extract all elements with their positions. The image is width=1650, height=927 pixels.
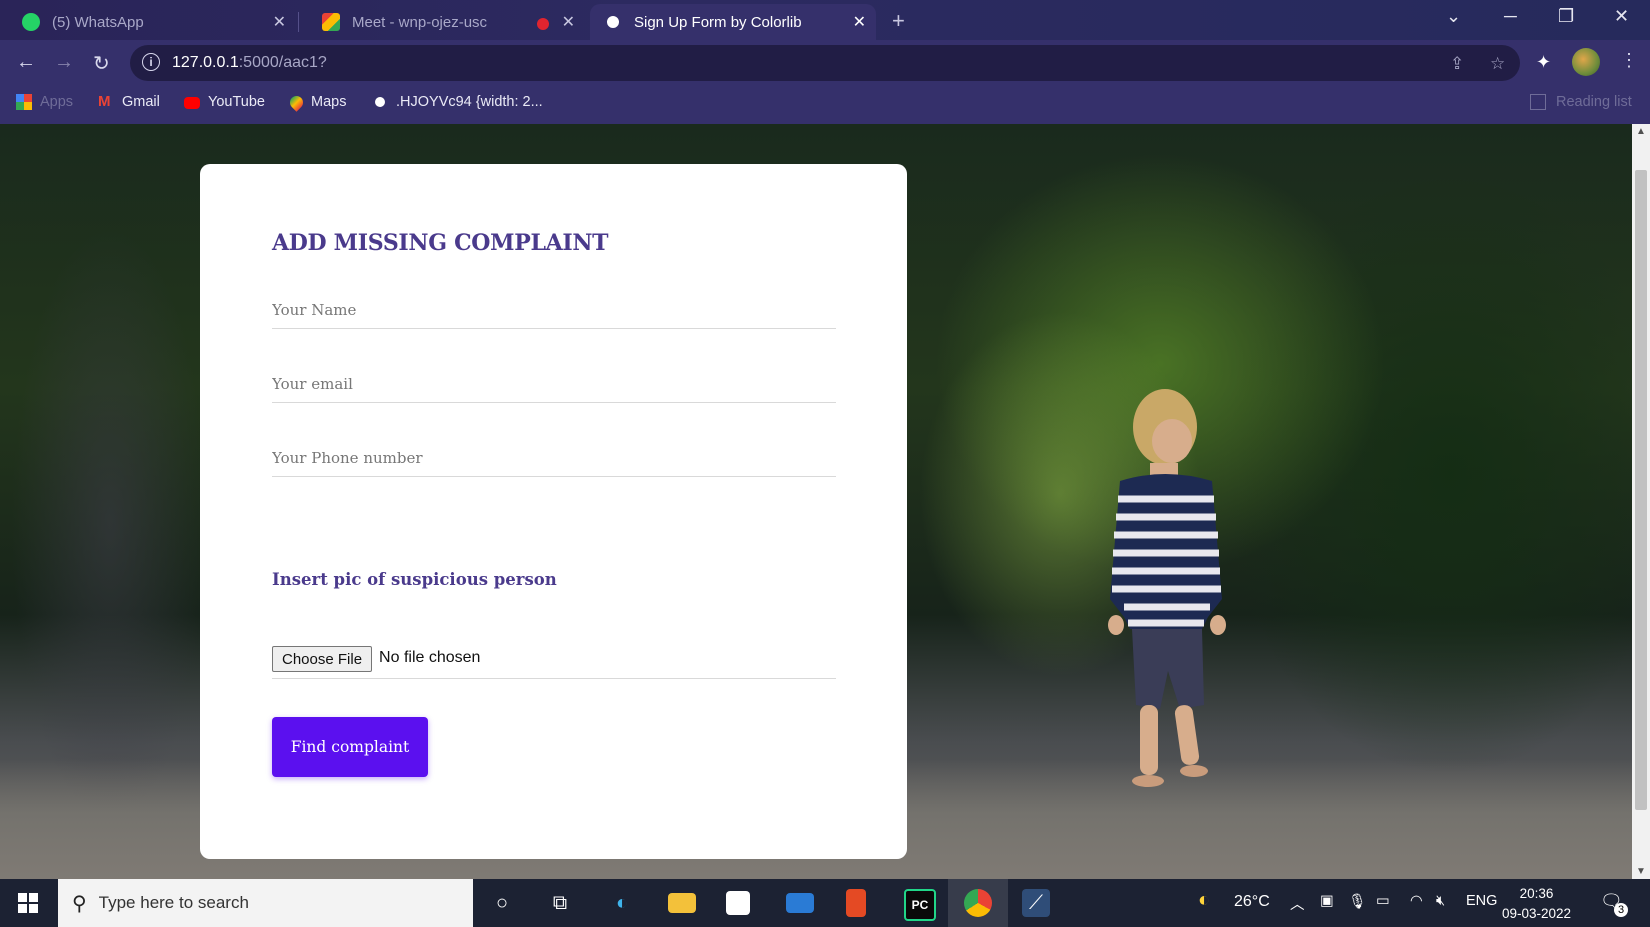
clock-date: 09-03-2022 xyxy=(1502,906,1572,921)
edge-icon[interactable]: ◐ xyxy=(608,889,636,917)
bookmark-maps[interactable]: Maps xyxy=(287,92,347,112)
chrome-icon[interactable] xyxy=(964,889,992,917)
weather-icon[interactable]: ◐ xyxy=(1198,889,1210,912)
scroll-down-icon[interactable]: ▼ xyxy=(1636,866,1646,877)
tab-strip: (5) WhatsApp ✕ Meet - wnp-ojez-usc ✕ Sig… xyxy=(0,0,1650,40)
complaint-form-card: ADD MISSING COMPLAINT Insert pic of susp… xyxy=(200,164,907,859)
temperature[interactable]: 26°C xyxy=(1234,893,1270,911)
language-indicator[interactable]: ENG xyxy=(1466,893,1497,909)
youtube-icon xyxy=(184,96,200,109)
phone-field-wrapper xyxy=(272,440,836,477)
bookmark-label: YouTube xyxy=(208,94,265,110)
wifi-icon[interactable]: ◠ xyxy=(1410,893,1423,909)
email-field-wrapper xyxy=(272,366,836,403)
tab-separator xyxy=(298,12,299,32)
scrollbar-thumb[interactable] xyxy=(1635,170,1647,810)
close-window-icon[interactable]: ✕ xyxy=(1614,6,1629,27)
bookmark-label: .HJOYVc94 {width: 2... xyxy=(396,94,543,110)
file-status-text: No file chosen xyxy=(379,649,481,666)
reading-list-label: Reading list xyxy=(1556,94,1632,110)
apps-grid-icon xyxy=(16,94,32,110)
close-tab-icon[interactable]: ✕ xyxy=(273,12,286,32)
microphone-icon[interactable]: 🎙︎ xyxy=(1348,893,1366,910)
search-placeholder: Type here to search xyxy=(98,893,249,912)
bookmark-label: Gmail xyxy=(122,94,160,110)
form-title: ADD MISSING COMPLAINT xyxy=(272,230,609,256)
reading-list[interactable]: Reading list xyxy=(1530,94,1632,110)
tab-whatsapp[interactable]: (5) WhatsApp ✕ xyxy=(0,4,296,40)
bookmark-star-icon[interactable]: ☆ xyxy=(1490,54,1505,74)
meet-icon xyxy=(322,13,340,31)
share-icon[interactable]: ⇪ xyxy=(1450,54,1464,74)
page-background: ADD MISSING COMPLAINT Insert pic of susp… xyxy=(0,124,1632,879)
email-input[interactable] xyxy=(272,366,836,402)
extensions-icon[interactable]: ✦ xyxy=(1536,52,1551,73)
bookmark-label: Apps xyxy=(40,94,74,110)
battery-icon[interactable]: ▭ xyxy=(1376,893,1390,909)
store-icon[interactable] xyxy=(726,891,750,915)
pycharm-icon[interactable]: PC xyxy=(904,889,936,921)
close-tab-icon[interactable]: ✕ xyxy=(853,12,866,32)
tab-title: (5) WhatsApp xyxy=(52,13,144,31)
tab-meet[interactable]: Meet - wnp-ojez-usc ✕ xyxy=(300,4,585,40)
close-tab-icon[interactable]: ✕ xyxy=(562,12,575,32)
forward-icon[interactable]: → xyxy=(54,51,74,74)
scroll-up-icon[interactable]: ▲ xyxy=(1636,126,1646,137)
back-icon[interactable]: ← xyxy=(16,51,36,74)
windows-taskbar: ⚲ Type here to search ○ ⧉ ◐ PC ⟋ ◐ 26°C … xyxy=(0,879,1650,927)
menu-icon[interactable]: ⋮ xyxy=(1620,50,1638,71)
office-icon[interactable] xyxy=(846,889,866,917)
name-field-wrapper xyxy=(272,292,836,329)
tray-expand-icon[interactable]: ︿ xyxy=(1290,893,1305,914)
file-upload-row: Choose File No file chosen xyxy=(272,646,836,679)
bookmark-css-snippet[interactable]: .HJOYVc94 {width: 2... xyxy=(372,94,543,110)
page-scrollbar[interactable]: ▲ ▼ xyxy=(1632,124,1650,879)
picture-upload-label: Insert pic of suspicious person xyxy=(272,570,557,589)
choose-file-button[interactable]: Choose File xyxy=(272,646,373,672)
recording-icon xyxy=(537,18,549,30)
minimize-icon[interactable]: ─ xyxy=(1504,6,1517,27)
profile-avatar[interactable] xyxy=(1572,48,1600,76)
globe-icon xyxy=(604,13,622,31)
cortana-icon[interactable]: ○ xyxy=(488,889,516,917)
bookmark-gmail[interactable]: M Gmail xyxy=(98,93,160,111)
restore-icon[interactable]: ❐ xyxy=(1558,6,1574,27)
tab-search-icon[interactable]: ⌄ xyxy=(1446,6,1461,27)
meet-tray-icon[interactable]: ▣ xyxy=(1320,893,1334,909)
url-text: 127.0.0.1:5000/aac1? xyxy=(172,54,327,71)
maps-pin-icon xyxy=(287,92,306,112)
clock-time: 20:36 xyxy=(1519,886,1554,901)
mail-icon[interactable] xyxy=(786,893,814,913)
file-explorer-icon[interactable] xyxy=(668,893,696,913)
address-bar[interactable]: i 127.0.0.1:5000/aac1? ⇪ ☆ xyxy=(130,45,1520,81)
name-input[interactable] xyxy=(272,292,836,328)
clock[interactable]: 20:36 09-03-2022 xyxy=(1502,884,1571,924)
browser-toolbar: ← → ↻ i 127.0.0.1:5000/aac1? ⇪ ☆ ✦ ⋮ xyxy=(0,40,1650,86)
site-info-icon[interactable]: i xyxy=(142,53,160,71)
vscode-icon[interactable]: ⟋ xyxy=(1022,889,1050,917)
new-tab-button[interactable]: + xyxy=(892,8,905,34)
tab-signup-form[interactable]: Sign Up Form by Colorlib ✕ xyxy=(590,4,876,40)
reading-list-icon xyxy=(1530,94,1546,110)
volume-muted-icon[interactable]: 🔇︎ xyxy=(1436,893,1445,909)
gmail-icon: M xyxy=(98,93,111,110)
notification-count-badge: 3 xyxy=(1614,903,1628,917)
reload-icon[interactable]: ↻ xyxy=(93,51,110,76)
find-complaint-button[interactable]: Find complaint xyxy=(272,717,428,777)
bookmarks-bar: Apps M Gmail YouTube Maps .HJOYVc94 {wid… xyxy=(0,86,1650,125)
globe-icon xyxy=(372,94,388,110)
bookmark-youtube[interactable]: YouTube xyxy=(184,94,265,110)
phone-input[interactable] xyxy=(272,440,836,476)
tab-title: Meet - wnp-ojez-usc xyxy=(352,13,488,31)
search-icon: ⚲ xyxy=(72,892,87,915)
bookmark-label: Maps xyxy=(311,94,347,110)
whatsapp-icon xyxy=(22,13,40,31)
tab-title: Sign Up Form by Colorlib xyxy=(634,13,802,31)
task-view-icon[interactable]: ⧉ xyxy=(546,889,574,917)
windows-start-icon[interactable] xyxy=(18,893,38,913)
taskbar-search-box[interactable]: ⚲ Type here to search xyxy=(58,879,473,927)
bookmark-apps[interactable]: Apps xyxy=(16,94,73,110)
child-walking-image xyxy=(1108,389,1226,787)
